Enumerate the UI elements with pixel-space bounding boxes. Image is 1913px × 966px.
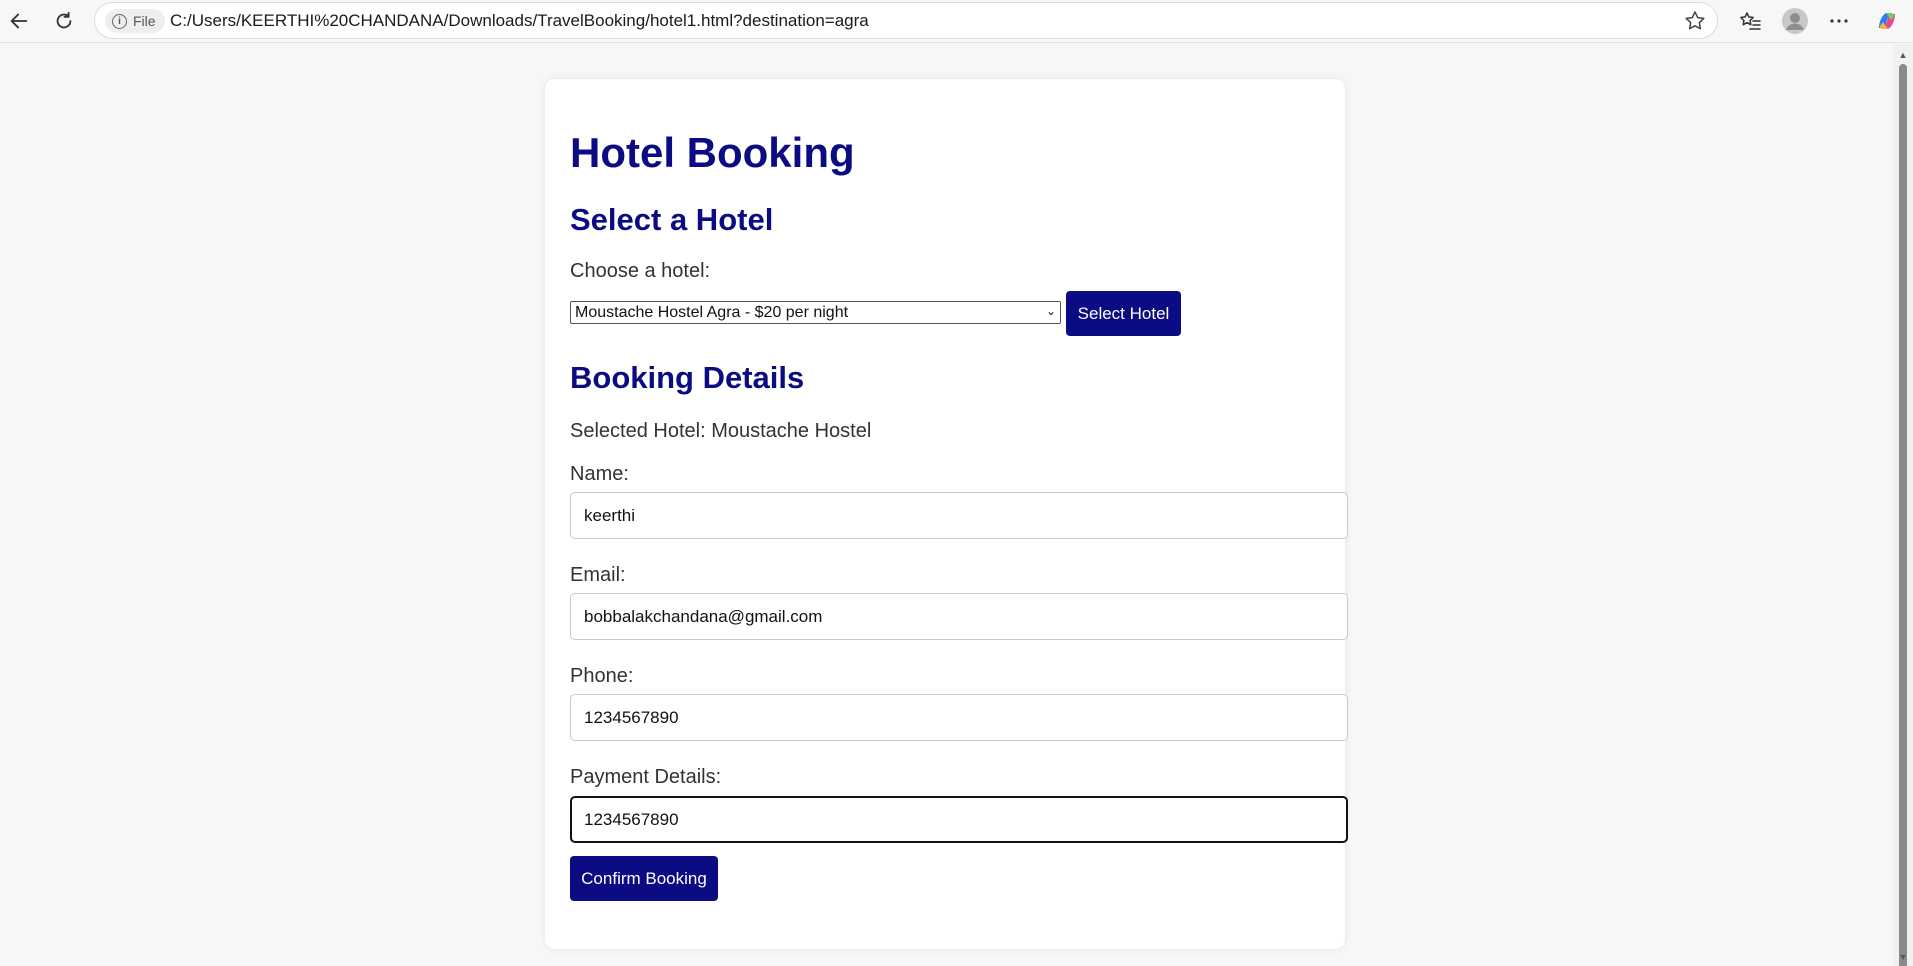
- back-arrow-icon[interactable]: [2, 4, 36, 38]
- info-icon: i: [112, 13, 127, 29]
- phone-field[interactable]: 1234567890: [570, 694, 1348, 741]
- choose-hotel-label: Choose a hotel:: [570, 260, 711, 282]
- url-text[interactable]: C:/Users/KEERTHI%20CHANDANA/Downloads/Tr…: [170, 11, 869, 31]
- email-label: Email:: [570, 564, 626, 586]
- copilot-icon[interactable]: [1870, 4, 1904, 38]
- scroll-down-arrow-icon[interactable]: ▼: [1893, 950, 1913, 964]
- payment-details-label: Payment Details:: [570, 766, 722, 788]
- name-label: Name:: [570, 463, 629, 485]
- refresh-icon[interactable]: [47, 4, 81, 38]
- profile-icon[interactable]: [1778, 4, 1812, 38]
- booking-card: Hotel Booking Select a Hotel Choose a ho…: [545, 79, 1348, 949]
- address-bar[interactable]: i File C:/Users/KEERTHI%20CHANDANA/Downl…: [94, 2, 1718, 39]
- payment-details-field[interactable]: 1234567890: [570, 796, 1348, 843]
- confirm-booking-button[interactable]: Confirm Booking: [570, 856, 718, 901]
- page-scrollbar[interactable]: ▲ ▼: [1893, 44, 1913, 966]
- email-field[interactable]: bobbalakchandana@gmail.com: [570, 593, 1348, 640]
- phone-label: Phone:: [570, 665, 634, 687]
- star-icon[interactable]: [1683, 9, 1707, 33]
- select-hotel-heading: Select a Hotel: [570, 202, 774, 237]
- chevron-down-icon: ⌄: [1045, 304, 1056, 318]
- browser-toolbar: i File C:/Users/KEERTHI%20CHANDANA/Downl…: [0, 0, 1913, 43]
- hotel-select-value: Moustache Hostel Agra - $20 per night: [575, 303, 849, 321]
- hotel-select[interactable]: Moustache Hostel Agra - $20 per night ⌄: [570, 301, 1061, 324]
- more-icon[interactable]: [1822, 4, 1856, 38]
- file-chip-label: File: [133, 13, 156, 29]
- favorites-icon[interactable]: [1733, 4, 1767, 38]
- site-info-chip[interactable]: i File: [105, 9, 165, 33]
- scroll-up-arrow-icon[interactable]: ▲: [1893, 48, 1913, 62]
- select-hotel-button[interactable]: Select Hotel: [1066, 291, 1181, 336]
- name-field[interactable]: keerthi: [570, 492, 1348, 539]
- page-title: Hotel Booking: [570, 129, 855, 176]
- booking-details-heading: Booking Details: [570, 360, 805, 395]
- scrollbar-thumb[interactable]: [1899, 64, 1907, 966]
- selected-hotel-text: Selected Hotel: Moustache Hostel: [570, 420, 872, 442]
